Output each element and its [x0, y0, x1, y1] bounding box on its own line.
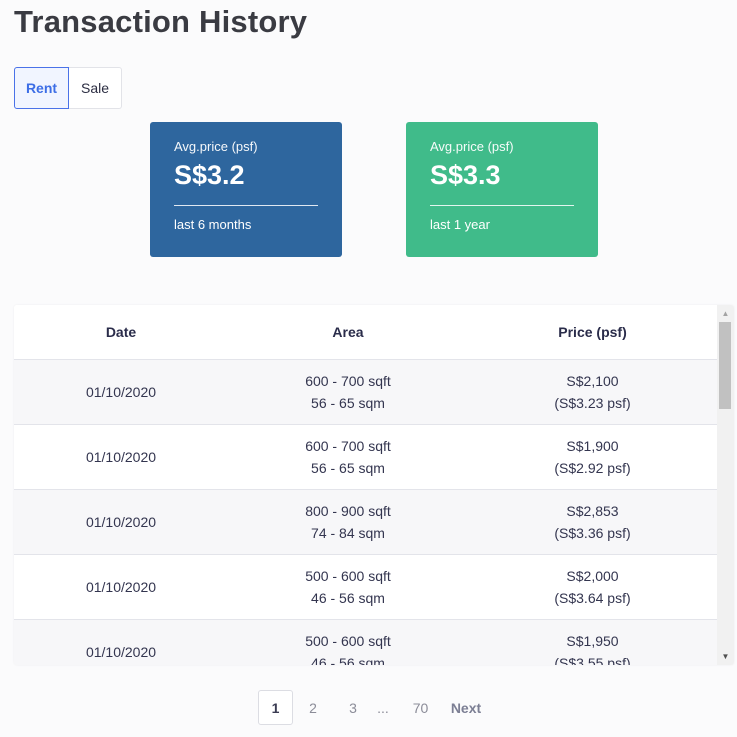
- price-total: S$1,900: [566, 438, 619, 454]
- scroll-thumb[interactable]: [719, 322, 731, 409]
- card-value: S$3.3: [430, 160, 501, 190]
- date-cell: 01/10/2020: [85, 449, 157, 465]
- price-psf: (S$3.64 psf): [554, 590, 631, 606]
- price-cell: S$1,900 (S$2.92 psf): [468, 435, 717, 479]
- rent-tab[interactable]: Rent: [14, 67, 69, 109]
- area-sqm: 46 - 56 sqm: [311, 590, 385, 606]
- table-row: 01/10/2020 600 - 700 sqft 56 - 65 sqm S$…: [14, 360, 717, 425]
- sale-tab[interactable]: Sale: [69, 67, 122, 109]
- area-sqft: 600 - 700 sqft: [305, 373, 391, 389]
- area-cell: 800 - 900 sqft 74 - 84 sqm: [228, 500, 468, 544]
- page-title: Transaction History: [14, 4, 308, 39]
- avg-price-1-year-card: Avg.price (psf) S$3.3 last 1 year: [406, 122, 598, 257]
- scroll-up-arrow-icon[interactable]: ▲: [717, 305, 734, 322]
- header-area: Area: [332, 324, 364, 340]
- page-70-button[interactable]: 70: [393, 690, 448, 725]
- price-total: S$2,100: [566, 373, 619, 389]
- area-cell: 500 - 600 sqft 46 - 56 sqm: [228, 565, 468, 609]
- area-sqm: 56 - 65 sqm: [311, 395, 385, 411]
- page-2-button[interactable]: 2: [293, 690, 333, 725]
- pagination: 1 2 3 ... 70 Next: [258, 690, 484, 725]
- card-divider: [430, 205, 574, 206]
- price-cell: S$2,853 (S$3.36 psf): [468, 500, 717, 544]
- card-period: last 6 months: [174, 217, 252, 232]
- area-cell: 600 - 700 sqft 56 - 65 sqm: [228, 370, 468, 414]
- area-sqm: 74 - 84 sqm: [311, 525, 385, 541]
- price-psf: (S$3.55 psf): [554, 655, 631, 665]
- date-cell: 01/10/2020: [85, 384, 157, 400]
- area-sqm: 46 - 56 sqm: [311, 655, 385, 665]
- pagination-ellipsis: ...: [377, 699, 389, 716]
- page-1-button[interactable]: 1: [258, 690, 293, 725]
- area-sqft: 500 - 600 sqft: [305, 633, 391, 649]
- table-row: 01/10/2020 600 - 700 sqft 56 - 65 sqm S$…: [14, 425, 717, 490]
- price-psf: (S$3.36 psf): [554, 525, 631, 541]
- price-cell: S$2,000 (S$3.64 psf): [468, 565, 717, 609]
- price-total: S$2,853: [566, 503, 619, 519]
- area-sqft: 500 - 600 sqft: [305, 568, 391, 584]
- price-psf: (S$3.23 psf): [554, 395, 631, 411]
- area-sqft: 800 - 900 sqft: [305, 503, 391, 519]
- header-price: Price (psf): [558, 324, 627, 340]
- table-scroll-area: Date Area Price (psf) 01/10/2020 600 - 7…: [14, 305, 717, 665]
- table-scrollbar[interactable]: ▲ ▼: [717, 305, 734, 665]
- area-cell: 600 - 700 sqft 56 - 65 sqm: [228, 435, 468, 479]
- scroll-down-arrow-icon[interactable]: ▼: [717, 648, 734, 665]
- header-date: Date: [105, 324, 137, 340]
- card-label: Avg.price (psf): [174, 139, 258, 154]
- date-cell: 01/10/2020: [85, 514, 157, 530]
- page-3-button[interactable]: 3: [333, 690, 373, 725]
- price-total: S$2,000: [566, 568, 619, 584]
- price-cell: S$2,100 (S$3.23 psf): [468, 370, 717, 414]
- area-cell: 500 - 600 sqft 46 - 56 sqm: [228, 630, 468, 665]
- rent-sale-toggle: Rent Sale: [14, 67, 122, 109]
- card-value: S$3.2: [174, 160, 245, 190]
- card-label: Avg.price (psf): [430, 139, 514, 154]
- table-row: 01/10/2020 800 - 900 sqft 74 - 84 sqm S$…: [14, 490, 717, 555]
- price-psf: (S$2.92 psf): [554, 460, 631, 476]
- next-page-button[interactable]: Next: [448, 690, 484, 725]
- price-cell: S$1,950 (S$3.55 psf): [468, 630, 717, 665]
- table-row: 01/10/2020 500 - 600 sqft 46 - 56 sqm S$…: [14, 620, 717, 665]
- price-total: S$1,950: [566, 633, 619, 649]
- table-row: 01/10/2020 500 - 600 sqft 46 - 56 sqm S$…: [14, 555, 717, 620]
- card-period: last 1 year: [430, 217, 490, 232]
- avg-price-6-months-card: Avg.price (psf) S$3.2 last 6 months: [150, 122, 342, 257]
- card-divider: [174, 205, 318, 206]
- area-sqft: 600 - 700 sqft: [305, 438, 391, 454]
- transactions-table: Date Area Price (psf) 01/10/2020 600 - 7…: [14, 305, 734, 665]
- table-header: Date Area Price (psf): [14, 305, 717, 360]
- date-cell: 01/10/2020: [85, 644, 157, 660]
- date-cell: 01/10/2020: [85, 579, 157, 595]
- area-sqm: 56 - 65 sqm: [311, 460, 385, 476]
